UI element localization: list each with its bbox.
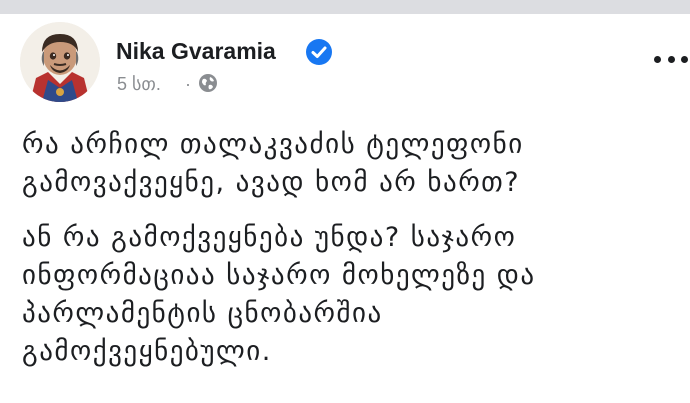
post-text-line: რა არჩილ თალაკვაძის ტელეფონი	[22, 129, 524, 160]
post-text-line: გამოვაქვეყნე, ავად ხომ არ ხართ?	[22, 167, 521, 198]
meta-separator: ·	[185, 74, 191, 94]
post-text-line: გამოქვეყნებული.	[22, 336, 272, 367]
more-dot	[681, 55, 688, 63]
post-text-line: ან რა გამოქვეყნება უნდა? საჯარო	[22, 222, 517, 253]
globe-icon	[199, 74, 217, 92]
more-dot	[654, 55, 661, 63]
post-timestamp[interactable]: 5 სთ.	[117, 75, 161, 93]
post-paragraph-2: ან რა გამოქვეყნება უნდა? საჯარო ინფორმაც…	[22, 219, 672, 371]
avatar-illustration	[20, 22, 100, 102]
verified-badge-icon	[306, 39, 332, 65]
top-divider-strip	[0, 0, 690, 14]
post-text-line: პარლამენტის ცნობარშია	[22, 298, 383, 329]
post-paragraph-1: რა არჩილ თალაკვაძის ტელეფონი გამოვაქვეყნ…	[22, 126, 672, 202]
facebook-post: Nika Gvaramia 5 სთ. · რა არჩილ თალაკვაძი…	[0, 14, 690, 403]
avatar[interactable]	[20, 22, 100, 102]
post-text-line: ინფორმაციაა საჯარო მოხელეზე და	[22, 260, 536, 291]
more-options-icon[interactable]	[654, 52, 688, 66]
more-dot	[667, 55, 675, 63]
author-name[interactable]: Nika Gvaramia	[116, 40, 276, 63]
